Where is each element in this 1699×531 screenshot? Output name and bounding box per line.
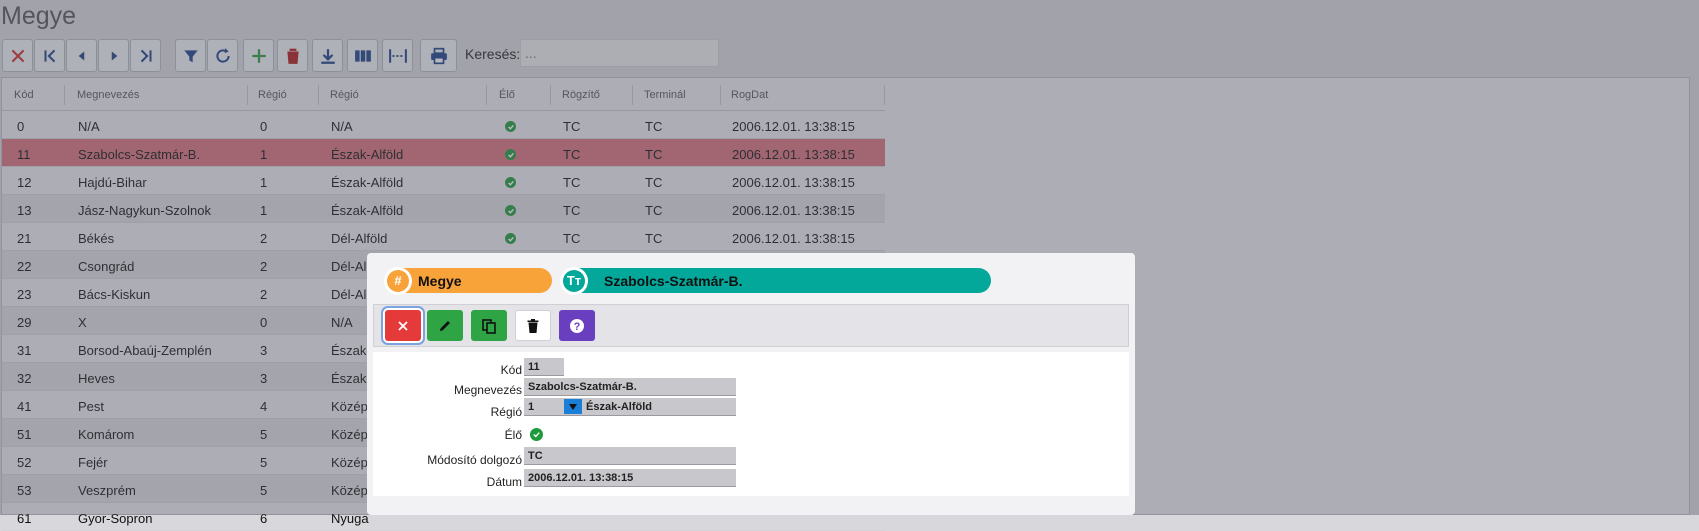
record-tag-label: Szabolcs-Szatmár-B. xyxy=(604,272,743,289)
svg-text:?: ? xyxy=(574,321,581,333)
modosito-label: Módosító dolgozó xyxy=(427,453,522,467)
regio-code: 1 xyxy=(528,401,535,413)
check-icon[interactable] xyxy=(530,428,543,441)
cancel-button[interactable] xyxy=(385,310,421,341)
question-icon: ? xyxy=(570,318,584,333)
entity-tag: # Megye xyxy=(384,266,552,295)
x-icon xyxy=(398,320,408,331)
delete-button[interactable] xyxy=(515,310,551,341)
help-button[interactable]: ? xyxy=(559,310,595,341)
datum-field[interactable]: 2006.12.01. 13:38:15 xyxy=(524,469,736,487)
edit-button[interactable] xyxy=(427,310,463,341)
hash-icon: # xyxy=(384,266,412,295)
megnevezes-field[interactable]: Szabolcs-Szatmár-B. xyxy=(524,378,736,396)
elo-label: Élő xyxy=(504,428,522,442)
copy-button[interactable] xyxy=(471,310,507,341)
regio-label: Régió xyxy=(490,405,522,419)
regio-select[interactable]: 1 Észak-Alföld xyxy=(524,398,736,416)
megnevezes-label: Megnevezés xyxy=(453,383,522,397)
record-tag: Tт Szabolcs-Szatmár-B. xyxy=(560,266,991,295)
chevron-down-icon[interactable] xyxy=(564,399,582,414)
record-dialog: # Megye Tт Szabolcs-Szatmár-B. ? Kód 11 … xyxy=(367,253,1135,515)
kod-label: Kód xyxy=(500,363,522,377)
record-form: Kód 11 Megnevezés Szabolcs-Szatmár-B. Ré… xyxy=(373,352,1129,496)
datum-label: Dátum xyxy=(486,475,522,489)
trash-icon xyxy=(527,318,539,333)
text-icon: Tт xyxy=(560,266,588,295)
regio-name: Észak-Alföld xyxy=(586,401,653,413)
entity-tag-label: Megye xyxy=(418,272,462,289)
kod-field[interactable]: 11 xyxy=(524,358,564,376)
copy-icon xyxy=(482,318,496,334)
dialog-action-bar: ? xyxy=(373,304,1129,347)
modosito-field[interactable]: TC xyxy=(524,447,736,465)
pencil-icon xyxy=(440,320,450,331)
